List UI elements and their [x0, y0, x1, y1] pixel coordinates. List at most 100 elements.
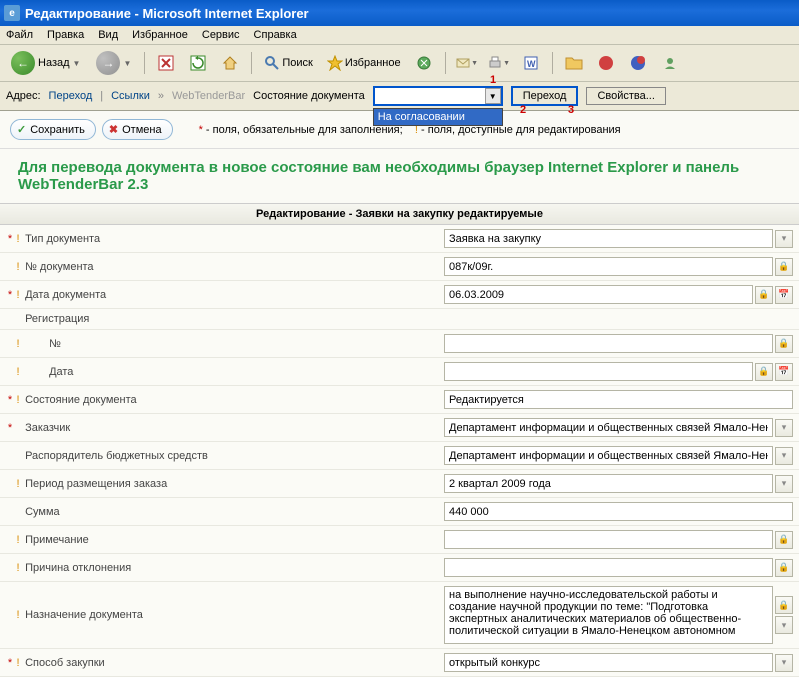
menu-edit[interactable]: Правка — [47, 29, 84, 41]
print-button[interactable]: ▼ — [486, 50, 512, 76]
required-marker: * — [199, 124, 203, 136]
state-dropdown[interactable]: ▼ На согласовании — [373, 86, 503, 106]
lock-icon[interactable]: 🔒 — [775, 335, 793, 353]
field-label: № документа — [25, 261, 94, 273]
lock-icon[interactable]: 🔒 — [775, 258, 793, 276]
chevron-down-icon[interactable]: ▾ — [775, 475, 793, 493]
save-button[interactable]: ✓ Сохранить — [10, 119, 96, 140]
globe-blue-icon[interactable] — [625, 50, 651, 76]
field-input[interactable] — [444, 653, 773, 672]
field-input[interactable] — [444, 257, 773, 276]
field-input[interactable] — [444, 362, 753, 381]
editable-marker: ! — [14, 261, 22, 273]
field-input[interactable] — [444, 502, 793, 521]
field-input[interactable] — [444, 446, 773, 465]
back-label: Назад — [38, 57, 70, 69]
globe-red-icon[interactable] — [593, 50, 619, 76]
required-marker: * — [6, 657, 14, 669]
chevron-down-icon[interactable]: ▾ — [775, 230, 793, 248]
cancel-button[interactable]: ✖ Отмена — [102, 119, 173, 140]
table-row: *! Дата документа🔒📅 — [0, 281, 799, 309]
favorites-label: Избранное — [345, 57, 401, 69]
messenger-icon[interactable] — [657, 50, 683, 76]
calendar-icon[interactable]: 📅 — [775, 363, 793, 381]
home-button[interactable] — [217, 50, 243, 76]
table-row: ! Примечание🔒 — [0, 526, 799, 554]
table-row: ! Дата🔒📅 — [0, 358, 799, 386]
addr-state-label: Состояние документа — [253, 90, 365, 102]
lock-icon[interactable]: 🔒 — [775, 531, 793, 549]
chevron-down-icon[interactable]: ▼ — [485, 88, 501, 104]
menu-help[interactable]: Справка — [254, 29, 297, 41]
edit-word-button[interactable]: W — [518, 50, 544, 76]
stop-button[interactable] — [153, 50, 179, 76]
annotation-3: 3 — [568, 104, 574, 116]
back-button[interactable]: ← Назад ▼ — [6, 49, 85, 77]
field-label: Тип документа — [25, 233, 100, 245]
annotation-2: 2 — [520, 104, 526, 116]
search-button[interactable]: Поиск — [260, 50, 316, 76]
chevron-down-icon[interactable]: ▾ — [775, 654, 793, 672]
field-label: Дата документа — [25, 289, 106, 301]
addr-links[interactable]: Ссылки — [111, 90, 150, 102]
editable-marker: ! — [14, 233, 22, 245]
forward-button[interactable]: → ▼ — [91, 49, 136, 77]
menu-file[interactable]: Файл — [6, 29, 33, 41]
required-marker: * — [6, 394, 14, 406]
table-row: *! Состояние документа — [0, 386, 799, 414]
table-row: ! № документа 🔒 — [0, 253, 799, 281]
field-input[interactable] — [444, 530, 773, 549]
lock-icon[interactable]: 🔒 — [775, 559, 793, 577]
editable-marker: ! — [14, 289, 22, 301]
field-label: Период размещения заказа — [25, 478, 167, 490]
field-input[interactable] — [444, 229, 773, 248]
editable-marker: ! — [14, 609, 22, 621]
field-input[interactable] — [444, 474, 773, 493]
lock-icon[interactable]: 🔒 — [775, 596, 793, 614]
mail-button[interactable]: ▼ — [454, 50, 480, 76]
calendar-icon[interactable]: 📅 — [775, 286, 793, 304]
menu-service[interactable]: Сервис — [202, 29, 240, 41]
menubar: Файл Правка Вид Избранное Сервис Справка — [0, 26, 799, 45]
window-title: Редактирование - Microsoft Internet Expl… — [25, 6, 309, 21]
chevron-down-icon[interactable]: ▾ — [775, 419, 793, 437]
address-bar: Адрес: Переход | Ссылки » WebTenderBar С… — [0, 82, 799, 111]
lock-icon[interactable]: 🔒 — [755, 363, 773, 381]
editable-marker: ! — [14, 338, 22, 350]
cancel-label: Отмена — [122, 124, 161, 136]
search-label: Поиск — [282, 57, 312, 69]
field-input[interactable] — [444, 334, 773, 353]
menu-view[interactable]: Вид — [98, 29, 118, 41]
go-button[interactable]: Переход — [511, 86, 579, 106]
field-input[interactable] — [444, 558, 773, 577]
addr-perehod[interactable]: Переход — [49, 90, 93, 102]
history-button[interactable] — [411, 50, 437, 76]
menu-favorites[interactable]: Избранное — [132, 29, 188, 41]
refresh-button[interactable] — [185, 50, 211, 76]
field-label: Сумма — [25, 506, 60, 518]
chevron-down-icon[interactable]: ▾ — [775, 447, 793, 465]
forward-arrow-icon: → — [96, 51, 120, 75]
state-dropdown-item[interactable]: На согласовании — [373, 108, 503, 126]
table-row: Сумма — [0, 498, 799, 526]
field-input[interactable] — [444, 418, 773, 437]
field-label: Примечание — [25, 534, 89, 546]
required-marker: * — [6, 233, 14, 245]
field-input[interactable] — [444, 390, 793, 409]
field-input[interactable] — [444, 285, 753, 304]
table-row: ! Период размещения заказа▾ — [0, 470, 799, 498]
form-title: Редактирование - Заявки на закупку редак… — [0, 203, 799, 225]
favorites-button[interactable]: Избранное — [323, 50, 405, 76]
expand-icon[interactable]: ▾ — [775, 616, 793, 634]
table-row: Распорядитель бюджетных средств ▾ — [0, 442, 799, 470]
save-label: Сохранить — [30, 124, 85, 136]
folder-icon[interactable] — [561, 50, 587, 76]
field-label: Способ закупки — [25, 657, 105, 669]
table-row: *! Способ закупки▾ — [0, 649, 799, 677]
field-textarea[interactable]: на выполнение научно-исследовательской р… — [444, 586, 773, 644]
field-label: Распорядитель бюджетных средств — [25, 450, 208, 462]
lock-icon[interactable]: 🔒 — [755, 286, 773, 304]
table-row: ! Причина отклонения🔒 — [0, 554, 799, 582]
check-icon: ✓ — [17, 123, 26, 136]
properties-button[interactable]: Свойства... — [586, 87, 665, 105]
